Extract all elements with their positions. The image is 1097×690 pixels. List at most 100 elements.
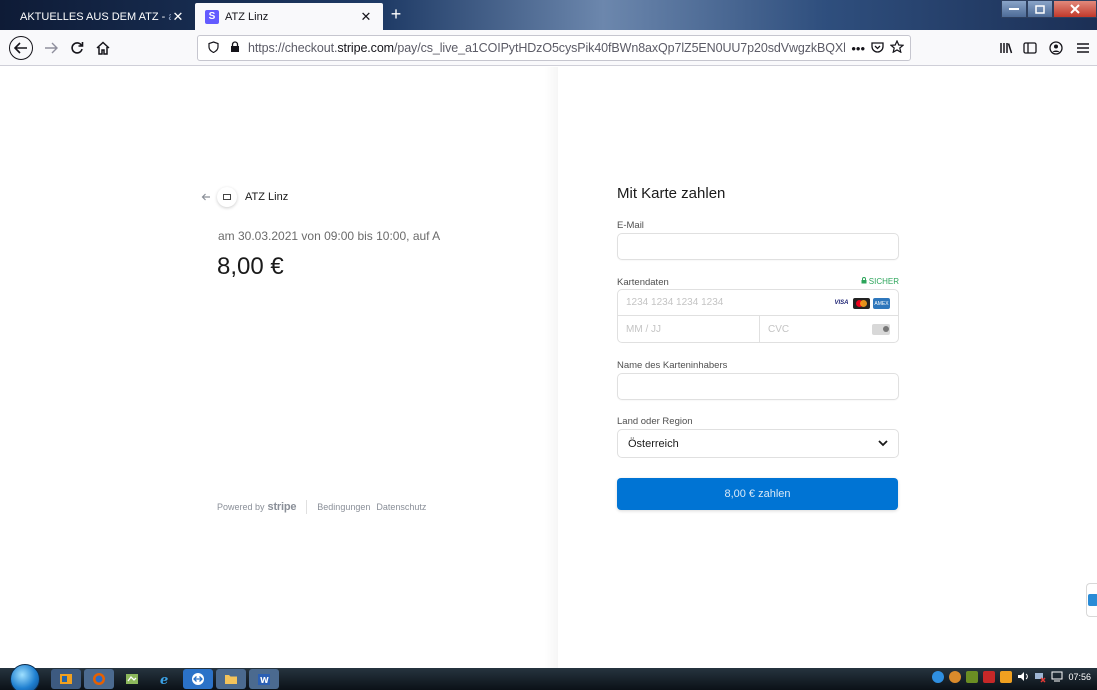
cardholder-name-field[interactable]	[617, 373, 899, 400]
pay-button[interactable]: 8,00 € zahlen	[617, 478, 898, 510]
forward-arrow-icon	[45, 42, 58, 54]
side-widget-tab[interactable]	[1086, 583, 1097, 617]
internet-explorer-icon[interactable]: e	[150, 669, 180, 689]
terms-link[interactable]: Bedingungen	[317, 502, 370, 512]
maximize-button[interactable]	[1027, 0, 1053, 18]
outlook-icon[interactable]	[51, 669, 81, 689]
footer-separator	[306, 500, 308, 514]
mastercard-icon	[853, 298, 870, 309]
country-label: Land oder Region	[617, 416, 693, 427]
widget-icon	[1088, 594, 1097, 606]
home-button[interactable]	[92, 37, 114, 59]
secure-badge: SICHER	[840, 277, 899, 286]
stripe-favicon-icon: S	[205, 9, 219, 24]
secure-text: SICHER	[868, 277, 899, 286]
back-arrow-icon	[14, 42, 27, 54]
system-tray: 07:56	[932, 671, 1091, 683]
new-tab-button[interactable]: +	[386, 4, 406, 24]
page-actions-more-icon[interactable]: •••	[851, 41, 865, 56]
stripe-logo[interactable]: stripe	[268, 501, 297, 513]
action-center-icon[interactable]	[1051, 671, 1063, 683]
country-select[interactable]: Österreich	[617, 429, 899, 458]
url-domain: stripe.com	[337, 41, 394, 55]
browser-nav-bar: https://checkout.stripe.com/pay/cs_live_…	[0, 30, 1097, 66]
country-value: Österreich	[628, 438, 679, 450]
tray-shield-icon[interactable]	[966, 671, 979, 683]
word-icon[interactable]: W	[249, 669, 279, 689]
back-arrow-icon[interactable]	[201, 190, 211, 204]
reload-button[interactable]	[66, 37, 88, 59]
merchant-header[interactable]: ATZ Linz	[201, 187, 288, 207]
product-description: am 30.03.2021 von 09:00 bis 10:00, auf A	[218, 229, 441, 243]
file-explorer-icon[interactable]	[216, 669, 246, 689]
secure-lock-icon	[861, 277, 867, 284]
form-title: Mit Karte zahlen	[617, 185, 726, 202]
close-window-button[interactable]	[1053, 0, 1097, 18]
volume-icon[interactable]	[1017, 671, 1029, 683]
library-button[interactable]	[995, 37, 1017, 59]
cvc-placeholder: CVC	[768, 324, 790, 335]
browser-tab-bar: AKTUELLES AUS DEM ATZ - atz ✕ S ATZ Linz…	[0, 0, 1097, 30]
padlock-icon[interactable]	[226, 40, 244, 56]
merchant-logo-icon	[217, 187, 237, 207]
home-icon	[96, 41, 110, 55]
app-icon[interactable]	[117, 669, 147, 689]
cardholder-label: Name des Karteninhabers	[617, 360, 728, 371]
menu-button[interactable]	[1072, 37, 1094, 59]
tab-atz-linz[interactable]: S ATZ Linz ✕	[195, 3, 383, 30]
pocket-icon[interactable]	[871, 41, 884, 56]
back-button[interactable]	[9, 36, 33, 60]
card-number-placeholder: 1234 1234 1234 1234	[626, 297, 724, 308]
pane-divider	[544, 67, 558, 668]
maximize-icon	[1035, 4, 1045, 14]
sidebar-button[interactable]	[1019, 37, 1041, 59]
cvc-card-icon	[872, 324, 890, 335]
library-icon	[1000, 43, 1013, 54]
tab-aktuelles[interactable]: AKTUELLES AUS DEM ATZ - atz ✕	[10, 3, 195, 30]
card-brand-icons: VISA AMEX	[833, 298, 890, 309]
close-icon	[1070, 4, 1080, 14]
firefox-icon[interactable]	[84, 669, 114, 689]
star-icon[interactable]	[889, 39, 905, 56]
forward-button[interactable]	[40, 37, 62, 59]
start-button[interactable]	[10, 664, 40, 690]
account-button[interactable]	[1045, 37, 1067, 59]
clock[interactable]: 07:56	[1068, 672, 1091, 682]
cvc-field[interactable]: CVC	[760, 316, 898, 342]
tab-title-text: AKTUELLES AUS DEM ATZ -	[20, 10, 169, 23]
account-icon	[1049, 41, 1063, 55]
tab-close-icon[interactable]: ✕	[359, 9, 373, 25]
url-text: https://checkout.stripe.com/pay/cs_live_…	[248, 41, 845, 55]
tray-update-icon[interactable]	[949, 671, 962, 683]
powered-by-text: Powered by	[217, 502, 265, 512]
email-field[interactable]	[617, 233, 899, 260]
card-details-label: Kartendaten	[617, 277, 669, 288]
minimize-button[interactable]	[1001, 0, 1027, 18]
chevron-down-icon	[878, 436, 888, 450]
tab-title: AKTUELLES AUS DEM ATZ - atz	[20, 11, 171, 23]
tray-office-icon[interactable]	[1000, 671, 1013, 683]
taskbar-apps: e W	[51, 669, 279, 689]
total-price: 8,00 €	[217, 253, 284, 280]
privacy-link[interactable]: Datenschutz	[376, 502, 426, 512]
visa-icon: VISA	[834, 300, 849, 306]
sidebar-icon	[1023, 42, 1037, 54]
network-icon[interactable]	[1034, 671, 1046, 683]
svg-text:e: e	[160, 673, 168, 686]
email-label: E-Mail	[617, 220, 644, 231]
tab-close-icon[interactable]: ✕	[171, 9, 185, 25]
tray-pdf-icon[interactable]	[983, 671, 996, 683]
expiry-field[interactable]: MM / JJ	[618, 316, 760, 342]
expiry-placeholder: MM / JJ	[626, 324, 661, 335]
address-bar[interactable]: https://checkout.stripe.com/pay/cs_live_…	[197, 35, 911, 61]
minimize-icon	[1009, 8, 1019, 10]
tracking-shield-icon[interactable]	[204, 40, 222, 56]
tray-app-icon[interactable]	[932, 671, 945, 683]
card-details-group: 1234 1234 1234 1234 VISA AMEX MM / JJ CV…	[617, 289, 899, 343]
amex-icon: AMEX	[873, 298, 890, 309]
card-number-field[interactable]: 1234 1234 1234 1234 VISA AMEX	[618, 290, 898, 316]
merchant-name: ATZ Linz	[245, 191, 289, 203]
order-summary-pane	[0, 67, 544, 668]
teamviewer-icon[interactable]	[183, 669, 213, 689]
checkout-footer: Powered by stripe Bedingungen Datenschut…	[217, 500, 432, 514]
